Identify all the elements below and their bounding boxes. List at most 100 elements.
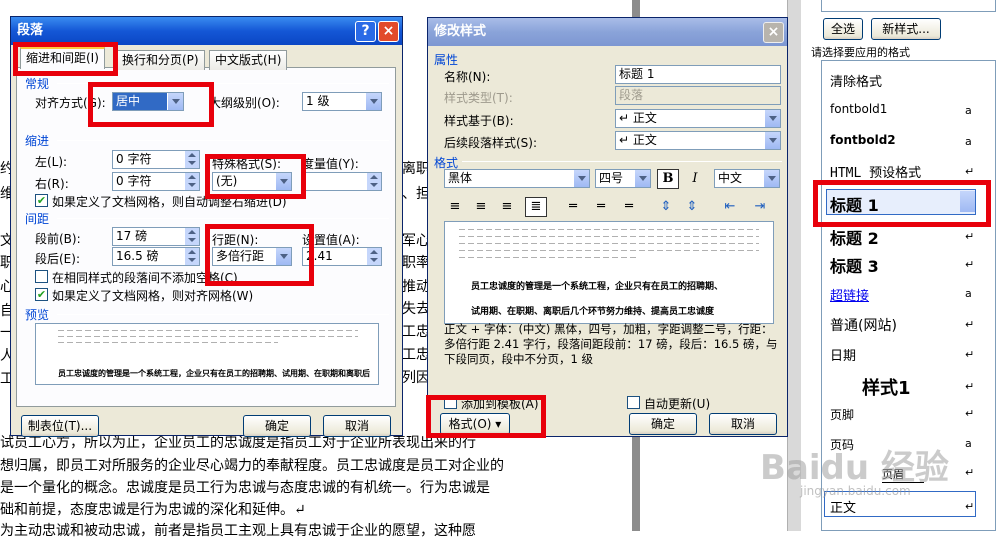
next-style-select[interactable]: ↵ 正文 — [615, 131, 781, 150]
ok-button[interactable]: 确定 — [629, 413, 697, 435]
align-center-icon[interactable]: ≡ — [470, 197, 492, 217]
spinner-icon[interactable] — [367, 248, 381, 265]
style-normal-web[interactable]: 普通(网站) — [830, 315, 897, 335]
divider — [462, 161, 782, 162]
font-size-select[interactable]: 四号 — [595, 169, 651, 188]
help-icon[interactable]: ? — [355, 21, 376, 42]
style-type-label: 样式类型(T): — [444, 91, 513, 105]
grid-align-label: 如果定义了文档网格，则对齐网格(W) — [52, 289, 254, 303]
chevron-down-icon[interactable] — [634, 170, 650, 187]
new-style-button[interactable]: 新样式... — [871, 18, 941, 40]
style-style1[interactable]: 样式1 — [862, 374, 911, 400]
chevron-down-icon[interactable] — [763, 170, 779, 187]
spinner-icon[interactable] — [185, 248, 199, 265]
decrease-indent-icon[interactable]: ⇤ — [719, 197, 741, 217]
name-label: 名称(N): — [444, 70, 491, 84]
left-indent-input[interactable]: 0 字符 — [112, 150, 200, 169]
next-style-label: 后续段落样式(S): — [444, 136, 538, 150]
para-style-mark: ↵ — [965, 380, 975, 393]
char-style-mark: a — [965, 437, 972, 450]
watermark-logo: Baidu 经验 — [760, 448, 949, 488]
tab-line-page-breaks[interactable]: 换行和分页(P) — [116, 50, 205, 70]
doc-paragraph-line: 想归属，即员工对所服务的企业尽心竭力的奉献程度。员工忠诚度是员工对企业的 — [0, 458, 504, 474]
language-select[interactable]: 中文 — [714, 169, 780, 188]
doc-paragraph-line: 是一个量化的概念。忠诚度是员工行为忠诚与态度忠诚的有机统一。行为忠诚是 — [0, 480, 490, 496]
style-heading-2[interactable]: 标题 2 — [830, 225, 879, 249]
style-fontbold2[interactable]: fontbold2 — [830, 133, 896, 147]
outline-level-select[interactable]: 1 级 — [302, 92, 382, 111]
style-type-value: 段落 — [619, 88, 644, 102]
watermark-url: jingyan.baidu.com — [800, 484, 911, 498]
style-html-preformatted[interactable]: HTML 预设格式 — [830, 162, 921, 181]
font-select[interactable]: 黑体 — [444, 169, 590, 188]
spinner-icon[interactable] — [185, 173, 199, 190]
style-clear-format[interactable]: 清除格式 — [830, 71, 882, 90]
based-on-label: 样式基于(B): — [444, 114, 514, 128]
tab-asian-typography[interactable]: 中文版式(H) — [209, 50, 288, 70]
close-icon[interactable]: × — [763, 22, 784, 43]
grid-align-checkbox[interactable]: ✔ — [35, 288, 48, 301]
grid-indent-checkbox[interactable]: ✔ — [35, 194, 48, 207]
preview-placeholder-line — [58, 336, 358, 337]
space-after-label: 段后(E): — [35, 252, 80, 266]
section-general: 常规 — [25, 77, 50, 91]
style-normal[interactable]: 正文 — [830, 497, 856, 516]
section-preview: 预览 — [25, 308, 50, 322]
tabs-button[interactable]: 制表位(T)... — [21, 415, 99, 437]
select-all-button[interactable]: 全选 — [823, 18, 863, 40]
para-style-mark: ↵ — [965, 466, 975, 479]
ok-button[interactable]: 确定 — [243, 415, 311, 437]
style-hyperlink[interactable]: 超链接 — [830, 285, 869, 304]
para-style-mark: ↵ — [965, 318, 975, 331]
style-fontbold1[interactable]: fontbold1 — [830, 102, 887, 116]
section-indent: 缩进 — [25, 134, 50, 148]
doc-paragraph-line: 为主动忠诚和被动忠诚，前者是指员工主观上具有忠诚于企业的愿望，这种愿 — [0, 523, 476, 539]
cancel-button[interactable]: 取消 — [709, 413, 777, 435]
line-spacing-1-5-icon[interactable]: ═ — [590, 197, 612, 217]
right-indent-label: 右(R): — [35, 177, 69, 191]
style-description: 正文 + 字体：(中文) 黑体，四号，加粗，字距调整二号，行距：多倍行距 2.4… — [444, 322, 778, 366]
space-before-icon[interactable]: ⇕ — [655, 197, 677, 217]
space-after-input[interactable]: 16.5 磅 — [112, 247, 200, 266]
style-heading-3[interactable]: 标题 3 — [830, 253, 879, 277]
preview-placeholder-line — [58, 342, 278, 343]
chevron-down-icon[interactable] — [764, 132, 780, 149]
set-value-input[interactable]: 2.41 — [302, 247, 382, 266]
auto-update-checkbox[interactable] — [627, 396, 640, 409]
align-justify-icon[interactable]: ≣ — [525, 197, 547, 217]
space-before-input[interactable]: 17 磅 — [112, 227, 200, 246]
style-type-select: 段落 — [615, 86, 781, 105]
para-style-mark: ↵ — [965, 230, 975, 243]
spinner-icon[interactable] — [185, 151, 199, 168]
modify-style-title-bar[interactable]: 修改样式 × — [428, 18, 787, 46]
paragraph-title-bar[interactable]: 段落 ? × — [11, 17, 402, 45]
line-spacing-single-icon[interactable]: ═ — [562, 197, 584, 217]
spinner-icon[interactable] — [185, 228, 199, 245]
space-after-icon[interactable]: ⇕ — [681, 197, 703, 217]
no-space-checkbox[interactable] — [35, 270, 48, 283]
align-left-icon[interactable]: ≡ — [444, 197, 466, 217]
align-right-icon[interactable]: ≡ — [496, 197, 518, 217]
style-name-input[interactable]: 标题 1 — [615, 65, 781, 84]
right-indent-input[interactable]: 0 字符 — [112, 172, 200, 191]
style-date[interactable]: 日期 — [830, 345, 856, 364]
preview-sample-line: 试用期、在职期、离职后几个环节努力维持、提高员工忠诚度 — [471, 307, 715, 317]
based-on-select[interactable]: ↵ 正文 — [615, 109, 781, 128]
preview-placeholder-line — [459, 236, 759, 237]
measure-input[interactable] — [302, 172, 382, 191]
chevron-down-icon[interactable] — [573, 170, 589, 187]
chevron-down-icon[interactable] — [764, 110, 780, 127]
close-icon[interactable]: × — [378, 21, 399, 42]
spinner-icon[interactable] — [367, 173, 381, 190]
increase-indent-icon[interactable]: ⇥ — [749, 197, 771, 217]
preview-placeholder-line — [459, 229, 759, 230]
bold-button[interactable]: B — [657, 169, 679, 189]
line-spacing-double-icon[interactable]: ═ — [618, 197, 640, 217]
doc-right-fragment: 工忠 — [402, 324, 430, 340]
italic-button[interactable]: I — [684, 169, 706, 189]
para-style-mark: ↵ — [965, 165, 975, 178]
pane-top-field[interactable] — [821, 0, 996, 12]
cancel-button[interactable]: 取消 — [323, 415, 391, 437]
chevron-down-icon[interactable] — [365, 93, 381, 110]
style-footer[interactable]: 页脚 — [830, 406, 854, 423]
